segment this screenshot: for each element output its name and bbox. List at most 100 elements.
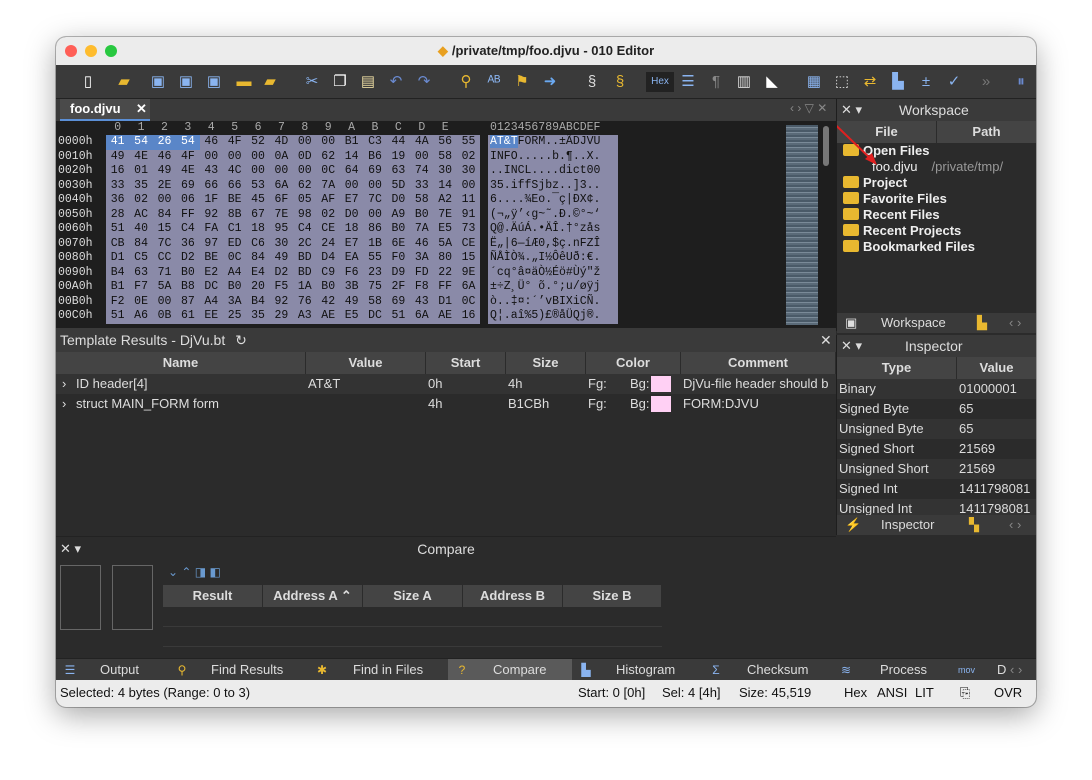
col-result[interactable]: Result [163, 585, 263, 607]
inspector-subtab[interactable]: ⚡ Inspector ▚ ‹ › [837, 515, 1036, 535]
hex-byte[interactable]: 75 [363, 280, 386, 295]
col-comment[interactable]: Comment [681, 352, 836, 374]
ascii-text[interactable]: Ë„|6—íÆ0,$ç.nFZÎ [488, 236, 618, 251]
hex-byte[interactable]: 80 [433, 251, 456, 266]
tab-process[interactable]: ≋ Process [832, 659, 952, 681]
more-icon[interactable]: » [976, 72, 996, 92]
hex-byte[interactable]: 51 [106, 222, 129, 237]
template-icon[interactable]: § [610, 72, 630, 92]
hex-byte[interactable]: F2 [106, 295, 129, 310]
hex-byte[interactable]: D1 [433, 295, 456, 310]
hex-byte[interactable]: 62 [317, 150, 340, 165]
hex-byte[interactable]: 7A [317, 179, 340, 194]
col-size[interactable]: Size [506, 352, 586, 374]
hex-byte[interactable]: 33 [106, 179, 129, 194]
hex-byte[interactable]: D9 [387, 266, 410, 281]
hex-byte[interactable]: FF [433, 280, 456, 295]
hex-byte[interactable]: 69 [363, 164, 386, 179]
ascii-text[interactable]: AT&TFORM..±ÃDJVU [488, 135, 618, 150]
hex-byte[interactable]: 91 [457, 208, 480, 223]
inspector-row[interactable]: Signed Int 1411798081 [837, 479, 1036, 499]
tab-find-in-files[interactable]: ✱ Find in Files [308, 659, 448, 681]
hex-byte[interactable]: 00 [246, 164, 269, 179]
hex-editor[interactable]: 0123456789ABCDEF 0123456789ABCDEF 0000h4… [56, 121, 836, 328]
histogram-icon[interactable]: ▙ [888, 72, 908, 92]
hex-byte[interactable]: 56 [433, 135, 456, 150]
hex-byte[interactable]: 67 [246, 208, 269, 223]
hex-byte[interactable]: 24 [317, 237, 340, 252]
workspace-subtab[interactable]: ▣ Workspace ▙ ‹ › [837, 313, 1036, 333]
hex-byte[interactable]: CE [317, 222, 340, 237]
status-ansi[interactable]: ANSI [877, 680, 907, 706]
hex-byte[interactable]: 00 [293, 164, 316, 179]
hex-byte[interactable]: 19 [387, 150, 410, 165]
hex-byte[interactable]: C3 [363, 135, 386, 150]
hex-byte[interactable]: 74 [410, 164, 433, 179]
hex-byte[interactable]: 28 [106, 208, 129, 223]
hex-byte[interactable]: 5A [153, 280, 176, 295]
hex-byte[interactable]: 5D [387, 179, 410, 194]
hex-byte[interactable]: 54 [129, 135, 153, 150]
hex-byte[interactable]: E5 [340, 309, 363, 324]
hex-byte[interactable]: B1 [340, 135, 363, 150]
hex-byte[interactable]: 53 [246, 179, 269, 194]
hex-byte[interactable]: C4 [293, 222, 316, 237]
col-color[interactable]: Color [586, 352, 681, 374]
find-icon[interactable]: ⚲ [456, 72, 476, 92]
hex-byte[interactable]: 66 [223, 179, 246, 194]
hex-byte[interactable]: 0C [223, 251, 246, 266]
hex-byte[interactable]: 42 [317, 295, 340, 310]
hex-byte[interactable]: AE [433, 309, 456, 324]
hex-byte[interactable]: 00 [153, 295, 176, 310]
hex-byte[interactable]: 71 [153, 266, 176, 281]
favorite-files-folder[interactable]: Favorite Files [843, 191, 947, 207]
tab-more[interactable]: mov D ‹ › [952, 659, 1036, 681]
hex-byte[interactable]: B0 [223, 280, 246, 295]
recent-projects-folder[interactable]: Recent Projects [843, 223, 961, 239]
hex-byte[interactable]: 18 [246, 222, 269, 237]
hex-byte[interactable]: 92 [270, 295, 293, 310]
hex-byte[interactable]: 7A [410, 222, 433, 237]
hex-byte[interactable]: A4 [200, 295, 223, 310]
hex-byte[interactable]: 54 [176, 135, 200, 150]
inspector-row[interactable]: Unsigned Byte 65 [837, 419, 1036, 439]
ascii-text[interactable]: ´cq°â¤äÒ½Éö#Ùý"ž [488, 265, 618, 280]
hex-byte[interactable]: CC [153, 251, 176, 266]
hex-byte[interactable]: AC [129, 208, 152, 223]
undo-icon[interactable]: ↶ [386, 72, 406, 92]
hex-byte[interactable]: 45 [246, 193, 269, 208]
hex-byte[interactable]: 4F [223, 135, 246, 150]
hex-byte[interactable]: 4A [410, 135, 433, 150]
hex-byte[interactable]: BD [293, 251, 316, 266]
ascii-text[interactable]: 6....¾Eo.¯ç|ÐX¢. [488, 193, 618, 208]
hex-byte[interactable]: 9E [457, 266, 480, 281]
hex-byte[interactable]: 66 [200, 179, 223, 194]
hex-mode-button[interactable]: Hex [646, 72, 674, 92]
close-tab-icon[interactable]: ✕ [136, 99, 147, 119]
paste-icon[interactable]: ▤ [358, 72, 378, 92]
hex-byte[interactable]: D2 [176, 251, 199, 266]
hex-byte[interactable]: 11 [457, 193, 480, 208]
hex-byte[interactable]: 26 [152, 135, 177, 150]
hex-byte[interactable]: 40 [129, 222, 152, 237]
hex-byte[interactable]: 3B [340, 280, 363, 295]
hex-byte[interactable]: 00 [200, 150, 223, 165]
compare-results-grid[interactable] [163, 607, 662, 659]
hex-byte[interactable]: 4C [223, 164, 246, 179]
hex-byte[interactable]: 00 [317, 135, 340, 150]
hex-bytes[interactable]: 51 A6 0B 61 EE 25 35 29 A3 AE E5 DC 51 6A AE 16 [106, 309, 480, 324]
hex-byte[interactable]: C6 [246, 237, 269, 252]
col-value[interactable]: Value [957, 357, 1036, 379]
hex-byte[interactable]: F5 [270, 280, 293, 295]
hex-bytes[interactable]: B4 63 71 B0 E2 A4 E4 D2 BD C9 F6 23 D9 FD 22 9E [106, 265, 480, 281]
find-in-files-icon[interactable]: ⚑ [512, 72, 532, 92]
hex-byte[interactable]: 33 [410, 179, 433, 194]
hex-byte[interactable]: 58 [433, 150, 456, 165]
ascii-text[interactable]: INFO.....b.¶..X. [488, 149, 618, 164]
hex-byte[interactable]: FF [176, 208, 199, 223]
hex-byte[interactable]: 30 [457, 164, 480, 179]
open-folder-icon[interactable]: ▬ [234, 72, 254, 92]
hex-byte[interactable]: A3 [293, 309, 316, 324]
hex-byte[interactable]: 06 [176, 193, 199, 208]
hex-byte[interactable]: 61 [176, 309, 199, 324]
